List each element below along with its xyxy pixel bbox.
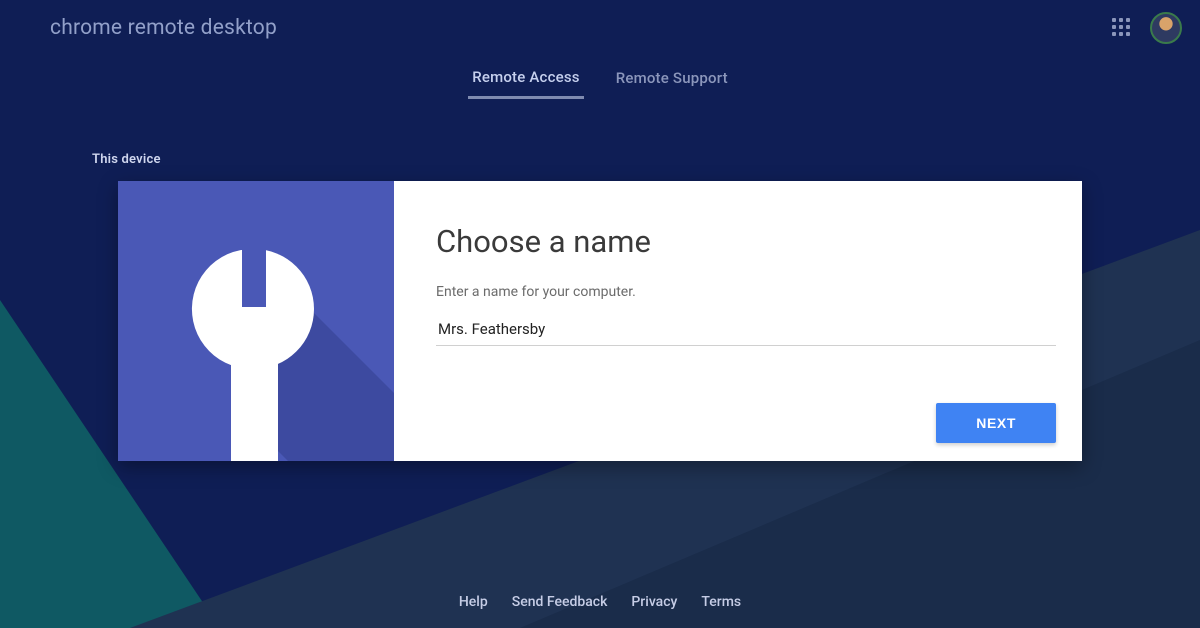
setup-card: Choose a name Enter a name for your comp… bbox=[118, 181, 1082, 461]
header: chrome remote desktop bbox=[0, 0, 1200, 56]
computer-name-input[interactable] bbox=[436, 314, 1056, 346]
card-body: Choose a name Enter a name for your comp… bbox=[394, 181, 1082, 461]
footer-terms[interactable]: Terms bbox=[701, 594, 741, 610]
card-illustration bbox=[118, 181, 394, 461]
card-title: Choose a name bbox=[436, 223, 1056, 260]
apps-grid-icon[interactable] bbox=[1112, 18, 1132, 38]
footer-links: Help Send Feedback Privacy Terms bbox=[0, 594, 1200, 610]
tab-remote-support[interactable]: Remote Support bbox=[612, 59, 732, 97]
footer-help[interactable]: Help bbox=[459, 594, 488, 610]
account-avatar[interactable] bbox=[1150, 12, 1182, 44]
card-description: Enter a name for your computer. bbox=[436, 284, 1056, 300]
tabs: Remote Access Remote Support bbox=[0, 56, 1200, 100]
section-label-this-device: This device bbox=[92, 152, 1200, 167]
card-actions: NEXT bbox=[436, 385, 1056, 443]
app-title: chrome remote desktop bbox=[50, 16, 277, 40]
next-button[interactable]: NEXT bbox=[936, 403, 1056, 443]
footer-privacy[interactable]: Privacy bbox=[631, 594, 677, 610]
footer-feedback[interactable]: Send Feedback bbox=[512, 594, 608, 610]
tab-remote-access[interactable]: Remote Access bbox=[468, 58, 584, 99]
